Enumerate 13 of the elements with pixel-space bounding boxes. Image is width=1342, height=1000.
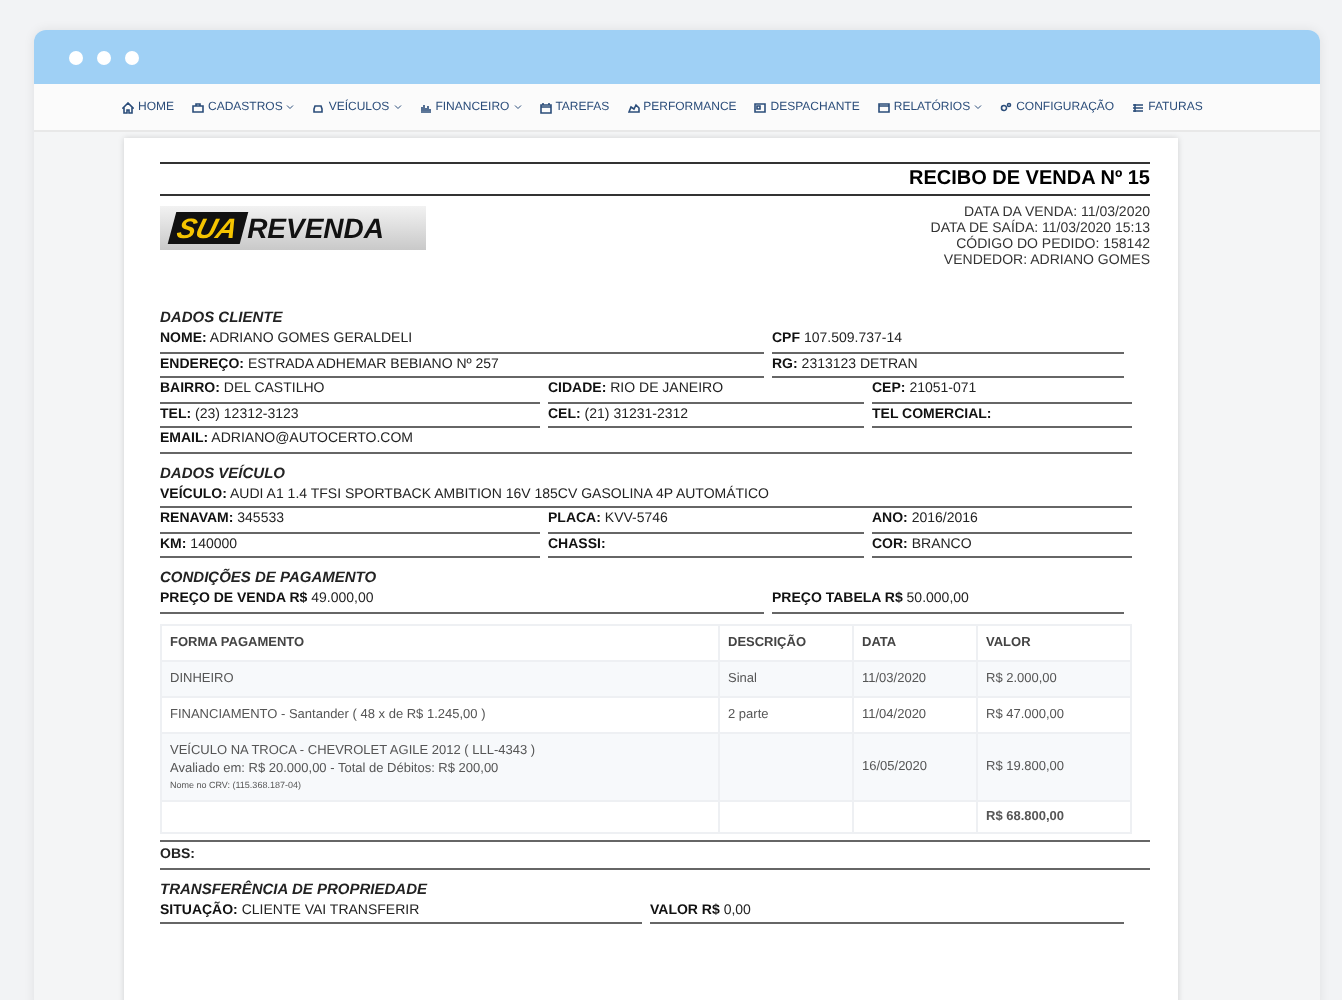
window-dots-icon — [68, 49, 140, 65]
home-icon — [122, 101, 134, 113]
receipt-title: RECIBO DE VENDA Nº 15 — [908, 168, 1150, 190]
calendar-icon — [539, 101, 552, 113]
gears-icon — [1000, 101, 1013, 113]
bar-chart-icon — [419, 101, 432, 113]
window-icon — [877, 101, 890, 113]
car-icon — [312, 101, 325, 113]
list-icon — [1132, 101, 1145, 113]
logo: SUA REVENDA — [160, 206, 426, 250]
card-icon — [754, 101, 767, 113]
area-chart-icon — [627, 101, 640, 113]
briefcase-icon — [192, 101, 204, 113]
